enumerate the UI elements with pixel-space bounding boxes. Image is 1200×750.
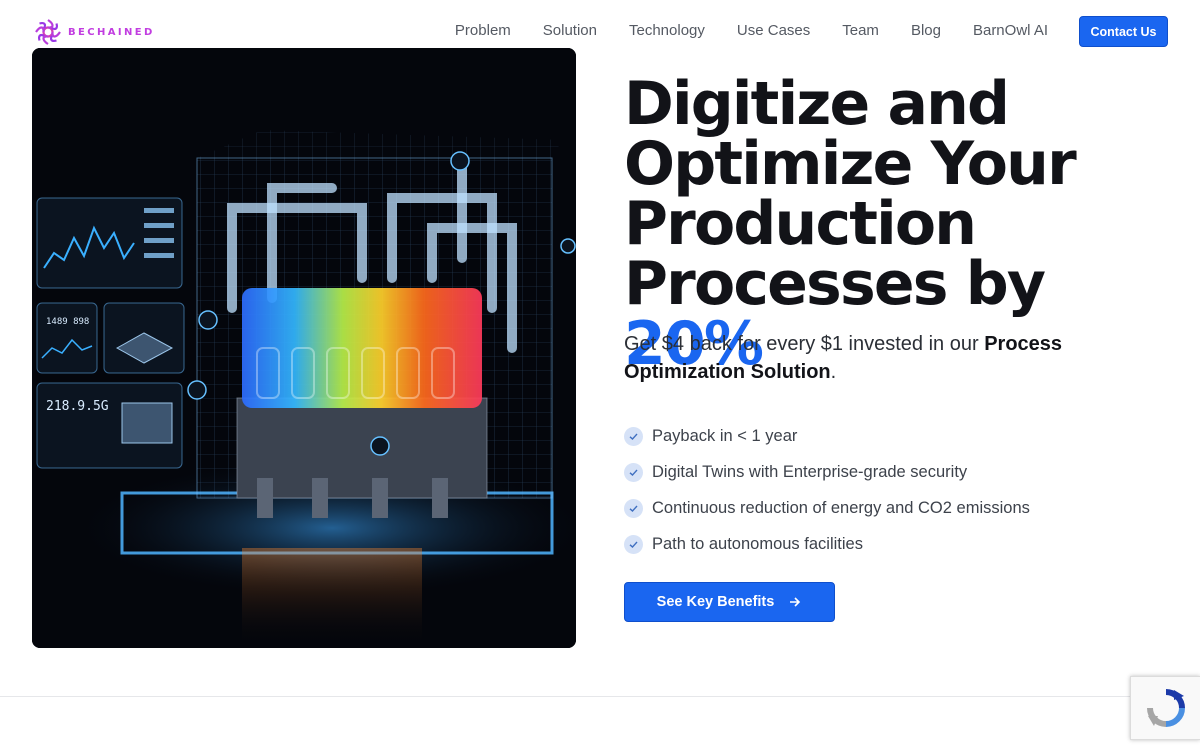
benefit-item: Payback in < 1 year: [624, 418, 1030, 454]
panel-value-1: 1489 898: [46, 317, 89, 327]
brand-logo[interactable]: BECHAINED: [34, 18, 155, 46]
benefit-item: Path to autonomous facilities: [624, 526, 1030, 562]
see-key-benefits-button[interactable]: See Key Benefits: [624, 582, 835, 622]
recaptcha-icon: [1146, 689, 1185, 727]
benefits-list: Payback in < 1 year Digital Twins with E…: [624, 418, 1030, 562]
nav-link-blog[interactable]: Blog: [911, 22, 941, 39]
dashboard-panels: 1489 898 218.9.5G: [36, 197, 185, 469]
benefit-label: Digital Twins with Enterprise-grade secu…: [652, 462, 968, 481]
check-icon: [624, 498, 643, 518]
benefit-label: Path to autonomous facilities: [652, 534, 863, 553]
nav-link-technology[interactable]: Technology: [629, 22, 705, 39]
panel-value-2: 218.9.5G: [46, 399, 109, 414]
subhead-text: Get $4 back for every $1 invested in our: [624, 333, 979, 355]
benefit-item: Continuous reduction of energy and CO2 e…: [624, 490, 1030, 526]
nav-link-problem[interactable]: Problem: [455, 22, 511, 39]
nav-link-solution[interactable]: Solution: [543, 22, 597, 39]
nav-links: Problem Solution Technology Use Cases Te…: [455, 22, 1048, 39]
benefit-label: Payback in < 1 year: [652, 426, 798, 445]
hero-subhead: Get $4 back for every $1 invested in our…: [624, 330, 1144, 386]
contact-us-button[interactable]: Contact Us: [1079, 16, 1168, 47]
nav-link-use-cases[interactable]: Use Cases: [737, 22, 810, 39]
check-icon: [624, 462, 643, 482]
hero-headline: Digitize and Optimize Your Production Pr…: [624, 74, 1184, 374]
cta-label: See Key Benefits: [656, 594, 775, 610]
check-icon: [624, 534, 643, 554]
subhead-end: .: [830, 361, 837, 383]
benefit-item: Digital Twins with Enterprise-grade secu…: [624, 454, 1030, 490]
nav-link-barnowl-ai[interactable]: BarnOwl AI: [973, 22, 1048, 39]
logo-icon: [35, 19, 61, 45]
section-divider: [0, 696, 1200, 697]
benefit-label: Continuous reduction of energy and CO2 e…: [652, 498, 1030, 517]
brand-name: BECHAINED: [68, 26, 155, 38]
hero-headline-text: Digitize and Optimize Your Production Pr…: [624, 69, 1077, 319]
arrow-right-icon: [790, 597, 801, 607]
nav-link-team[interactable]: Team: [842, 22, 879, 39]
digital-twin-illustration: 1489 898 218.9.5G: [32, 48, 576, 648]
recaptcha-badge[interactable]: [1130, 676, 1200, 740]
hero-image: 1489 898 218.9.5G: [32, 48, 576, 648]
check-icon: [624, 426, 643, 446]
